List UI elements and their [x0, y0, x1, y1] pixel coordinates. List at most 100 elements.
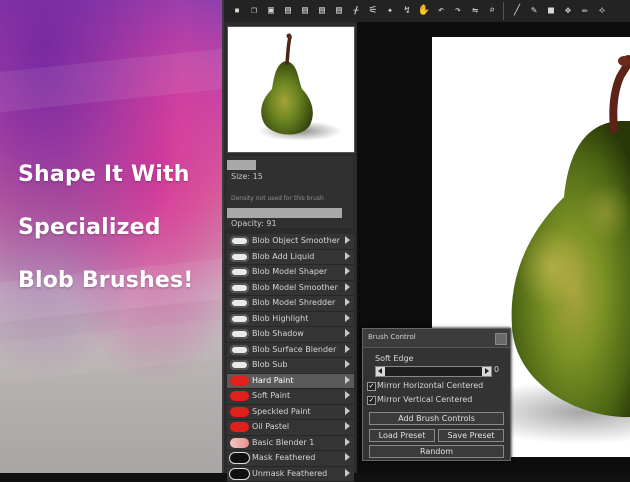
brush-icon[interactable]: ╱	[510, 4, 524, 18]
copy-icon[interactable]: ❐	[247, 4, 261, 18]
chevron-right-icon[interactable]	[345, 267, 350, 275]
save-icon[interactable]: ▪	[230, 4, 244, 18]
save-preset-button[interactable]: Save Preset	[438, 429, 504, 442]
brush-item-label: Blob Add Liquid	[252, 251, 314, 263]
document-icon[interactable]: ▤	[281, 4, 295, 18]
dialog-title: Brush Control	[368, 333, 416, 341]
pencil-icon[interactable]: ✏	[578, 4, 592, 18]
promo-line-3: Blob Brushes!	[0, 254, 222, 307]
paint-brush-icon	[230, 422, 249, 432]
chevron-right-icon[interactable]	[345, 252, 350, 260]
paint-brush-icon	[230, 453, 249, 463]
soft-edge-value: 0	[494, 365, 499, 374]
brush-item[interactable]: Speckled Paint	[227, 405, 354, 421]
chevron-right-icon[interactable]	[345, 391, 350, 399]
brush-item[interactable]: Blob Model Shaper	[227, 265, 354, 281]
mirror-horizontal-checkbox[interactable]: ✓	[367, 382, 376, 391]
toolbar: ▪❐▣▤▤▤▤ᚋ⚟✦↯✋↶↷⇋⌕╱✎■✥✏⟡	[224, 0, 630, 23]
opacity-label: Opacity: 91	[231, 219, 277, 228]
brush-item-label: Hard Paint	[252, 375, 293, 387]
brush-item[interactable]: Mask Feathered	[227, 451, 354, 467]
brush-item[interactable]: Oil Pastel	[227, 420, 354, 436]
brush-item[interactable]: Blob Add Liquid	[227, 250, 354, 266]
chevron-right-icon[interactable]	[345, 422, 350, 430]
square-icon[interactable]: ■	[544, 4, 558, 18]
paint-brush-icon	[230, 438, 249, 448]
brush-item[interactable]: Unmask Feathered	[227, 467, 354, 482]
chevron-right-icon[interactable]	[345, 438, 350, 446]
mirror-vertical-label: Mirror Vertical Centered	[377, 395, 472, 404]
chevron-right-icon[interactable]	[345, 329, 350, 337]
load-preset-button[interactable]: Load Preset	[369, 429, 435, 442]
paste-icon[interactable]: ▣	[264, 4, 278, 18]
brush-item[interactable]: Blob Highlight	[227, 312, 354, 328]
blob-brush-icon	[230, 236, 249, 246]
document-icon[interactable]: ▤	[332, 4, 346, 18]
opacity-slider[interactable]	[227, 208, 342, 218]
search-icon[interactable]: ⌕	[485, 4, 499, 18]
close-icon[interactable]	[495, 333, 507, 345]
toolbar-separator	[503, 2, 504, 20]
mirror-icon[interactable]: ⇋	[468, 4, 482, 18]
density-note: Density not used for this brush	[231, 195, 324, 202]
blob-brush-icon	[230, 283, 249, 293]
chevron-right-icon[interactable]	[345, 236, 350, 244]
paint-brush-icon	[230, 376, 249, 386]
brush-list: Blob Object SmootherBlob Add Liquid Blob …	[227, 234, 354, 482]
pen-icon[interactable]: ✎	[527, 4, 541, 18]
brush-item[interactable]: Blob Surface Blender	[227, 343, 354, 359]
pan-icon[interactable]: ⟡	[595, 4, 609, 18]
brush-item[interactable]: Hard Paint	[227, 374, 354, 390]
brush-item[interactable]: Soft Paint	[227, 389, 354, 405]
chevron-right-icon[interactable]	[345, 345, 350, 353]
rotate-right-icon[interactable]: ↷	[451, 4, 465, 18]
brush-item-label: Blob Highlight	[252, 313, 308, 325]
blob-brush-icon	[230, 267, 249, 277]
document-icon[interactable]: ▤	[315, 4, 329, 18]
promo-line-1: Shape It With	[0, 148, 222, 201]
brush-control-dialog: Brush Control Soft Edge 0 ✓ Mirror Horiz…	[362, 328, 511, 461]
size-slider[interactable]	[227, 160, 256, 170]
brush-item[interactable]: Blob Sub	[227, 358, 354, 374]
paint-brush-icon	[230, 391, 249, 401]
chevron-right-icon[interactable]	[345, 407, 350, 415]
brush-item-label: Blob Shadow	[252, 328, 304, 340]
promo-headline: Shape It With Specialized Blob Brushes!	[0, 148, 222, 307]
chevron-right-icon[interactable]	[345, 283, 350, 291]
slider-right-arrow-icon[interactable]	[482, 367, 491, 376]
blob-brush-icon	[230, 329, 249, 339]
hand-icon[interactable]: ✋	[417, 4, 431, 18]
mirror-horizontal-label: Mirror Horizontal Centered	[377, 381, 483, 390]
brush-item-label: Speckled Paint	[252, 406, 311, 418]
random-button[interactable]: Random	[369, 445, 504, 458]
symmetry-icon[interactable]: ⚟	[366, 4, 380, 18]
brush-item[interactable]: Blob Shadow	[227, 327, 354, 343]
lasso-icon[interactable]: ↯	[400, 4, 414, 18]
brush-item[interactable]: Blob Object Smoother	[227, 234, 354, 250]
promo-banner: Shape It With Specialized Blob Brushes!	[0, 0, 222, 473]
brush-item-label: Unmask Feathered	[252, 468, 327, 480]
add-brush-controls-button[interactable]: Add Brush Controls	[369, 412, 504, 425]
magic-wand-icon[interactable]: ✦	[383, 4, 397, 18]
brush-item-label: Blob Model Smoother	[252, 282, 338, 294]
size-label: Size: 15	[231, 172, 263, 181]
chevron-right-icon[interactable]	[345, 360, 350, 368]
rotate-left-icon[interactable]: ↶	[434, 4, 448, 18]
chevron-right-icon[interactable]	[345, 453, 350, 461]
eyedropper-icon[interactable]: ᚋ	[349, 4, 363, 18]
chevron-right-icon[interactable]	[345, 376, 350, 384]
brush-item-label: Blob Sub	[252, 359, 287, 371]
brush-item[interactable]: Blob Model Smoother	[227, 281, 354, 297]
document-icon[interactable]: ▤	[298, 4, 312, 18]
blob-brush-icon	[230, 298, 249, 308]
slider-left-arrow-icon[interactable]	[376, 367, 385, 376]
soft-edge-slider[interactable]	[375, 366, 492, 377]
mirror-vertical-checkbox[interactable]: ✓	[367, 396, 376, 405]
paint-brush-icon	[230, 469, 249, 479]
dialog-titlebar[interactable]: Brush Control	[363, 329, 510, 348]
chevron-right-icon[interactable]	[345, 298, 350, 306]
move-icon[interactable]: ✥	[561, 4, 575, 18]
brush-item[interactable]: Basic Blender 1	[227, 436, 354, 452]
chevron-right-icon[interactable]	[345, 314, 350, 322]
brush-item[interactable]: Blob Model Shredder	[227, 296, 354, 312]
